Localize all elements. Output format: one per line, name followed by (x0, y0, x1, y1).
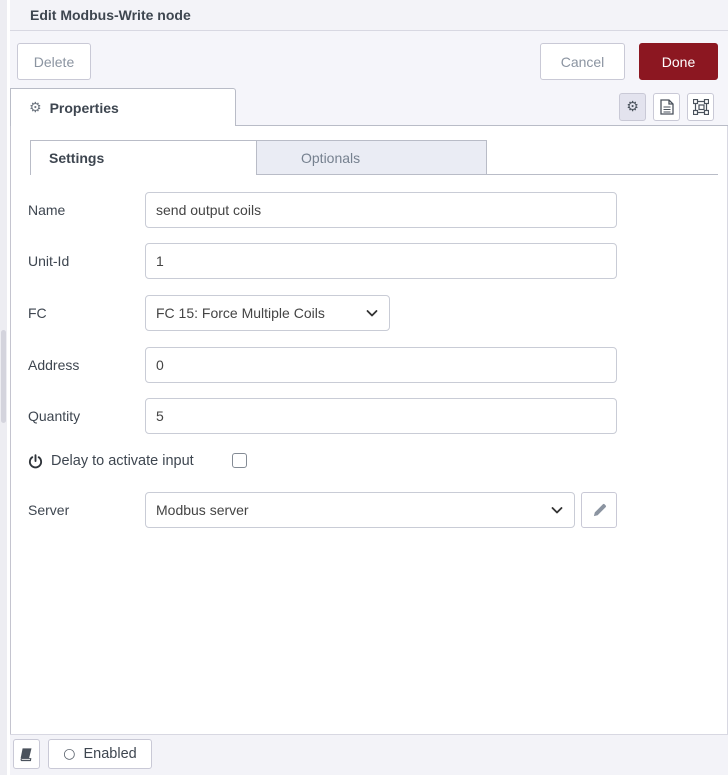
tab-optionals[interactable]: Optionals (257, 140, 487, 174)
quantity-label: Quantity (28, 408, 81, 424)
quantity-input[interactable] (145, 398, 617, 434)
delay-label: Delay to activate input (51, 453, 194, 469)
tab-settings[interactable]: Settings (30, 140, 257, 175)
gear-icon: ⚙ (626, 99, 639, 115)
dialog-title: Edit Modbus-Write node (30, 7, 191, 23)
pencil-icon (592, 503, 607, 518)
properties-tab-label: Properties (49, 99, 119, 116)
docs-toggle-button[interactable] (13, 739, 40, 769)
left-scrollbar-thumb[interactable] (1, 330, 6, 423)
document-icon (659, 99, 674, 115)
gear-icon: ⚙ (29, 99, 42, 116)
appearance-view-button[interactable] (687, 93, 714, 121)
left-scrollbar-track[interactable] (0, 0, 7, 775)
name-label: Name (28, 202, 66, 218)
chevron-down-icon (365, 306, 379, 320)
server-select-value: Modbus server (156, 502, 249, 518)
unit-id-label: Unit-Id (28, 253, 70, 269)
server-select[interactable]: Modbus server (145, 492, 575, 528)
power-icon (28, 453, 43, 469)
edit-server-button[interactable] (581, 492, 617, 528)
fc-select[interactable]: FC 15: Force Multiple Coils (145, 295, 390, 331)
address-label: Address (28, 357, 80, 373)
fc-select-value: FC 15: Force Multiple Coils (156, 305, 325, 321)
tab-properties[interactable]: ⚙ Properties (10, 88, 236, 126)
circle-icon: ○ (63, 746, 76, 762)
description-view-button[interactable] (653, 93, 680, 121)
enabled-label: Enabled (83, 746, 137, 762)
chevron-down-icon (550, 503, 564, 517)
name-input[interactable] (145, 192, 617, 228)
unit-id-input[interactable] (145, 243, 617, 279)
delay-row: Delay to activate input (28, 450, 194, 472)
address-input[interactable] (145, 347, 617, 383)
delete-button[interactable]: Delete (17, 43, 91, 80)
properties-view-button[interactable]: ⚙ (619, 93, 646, 121)
delay-checkbox[interactable] (232, 453, 247, 468)
book-icon (19, 747, 34, 762)
cancel-button[interactable]: Cancel (540, 43, 625, 80)
object-group-icon (692, 99, 709, 115)
server-label: Server (28, 502, 70, 518)
done-button[interactable]: Done (639, 43, 718, 80)
fc-label: FC (28, 305, 47, 321)
enabled-toggle-button[interactable]: ○ Enabled (48, 739, 152, 769)
